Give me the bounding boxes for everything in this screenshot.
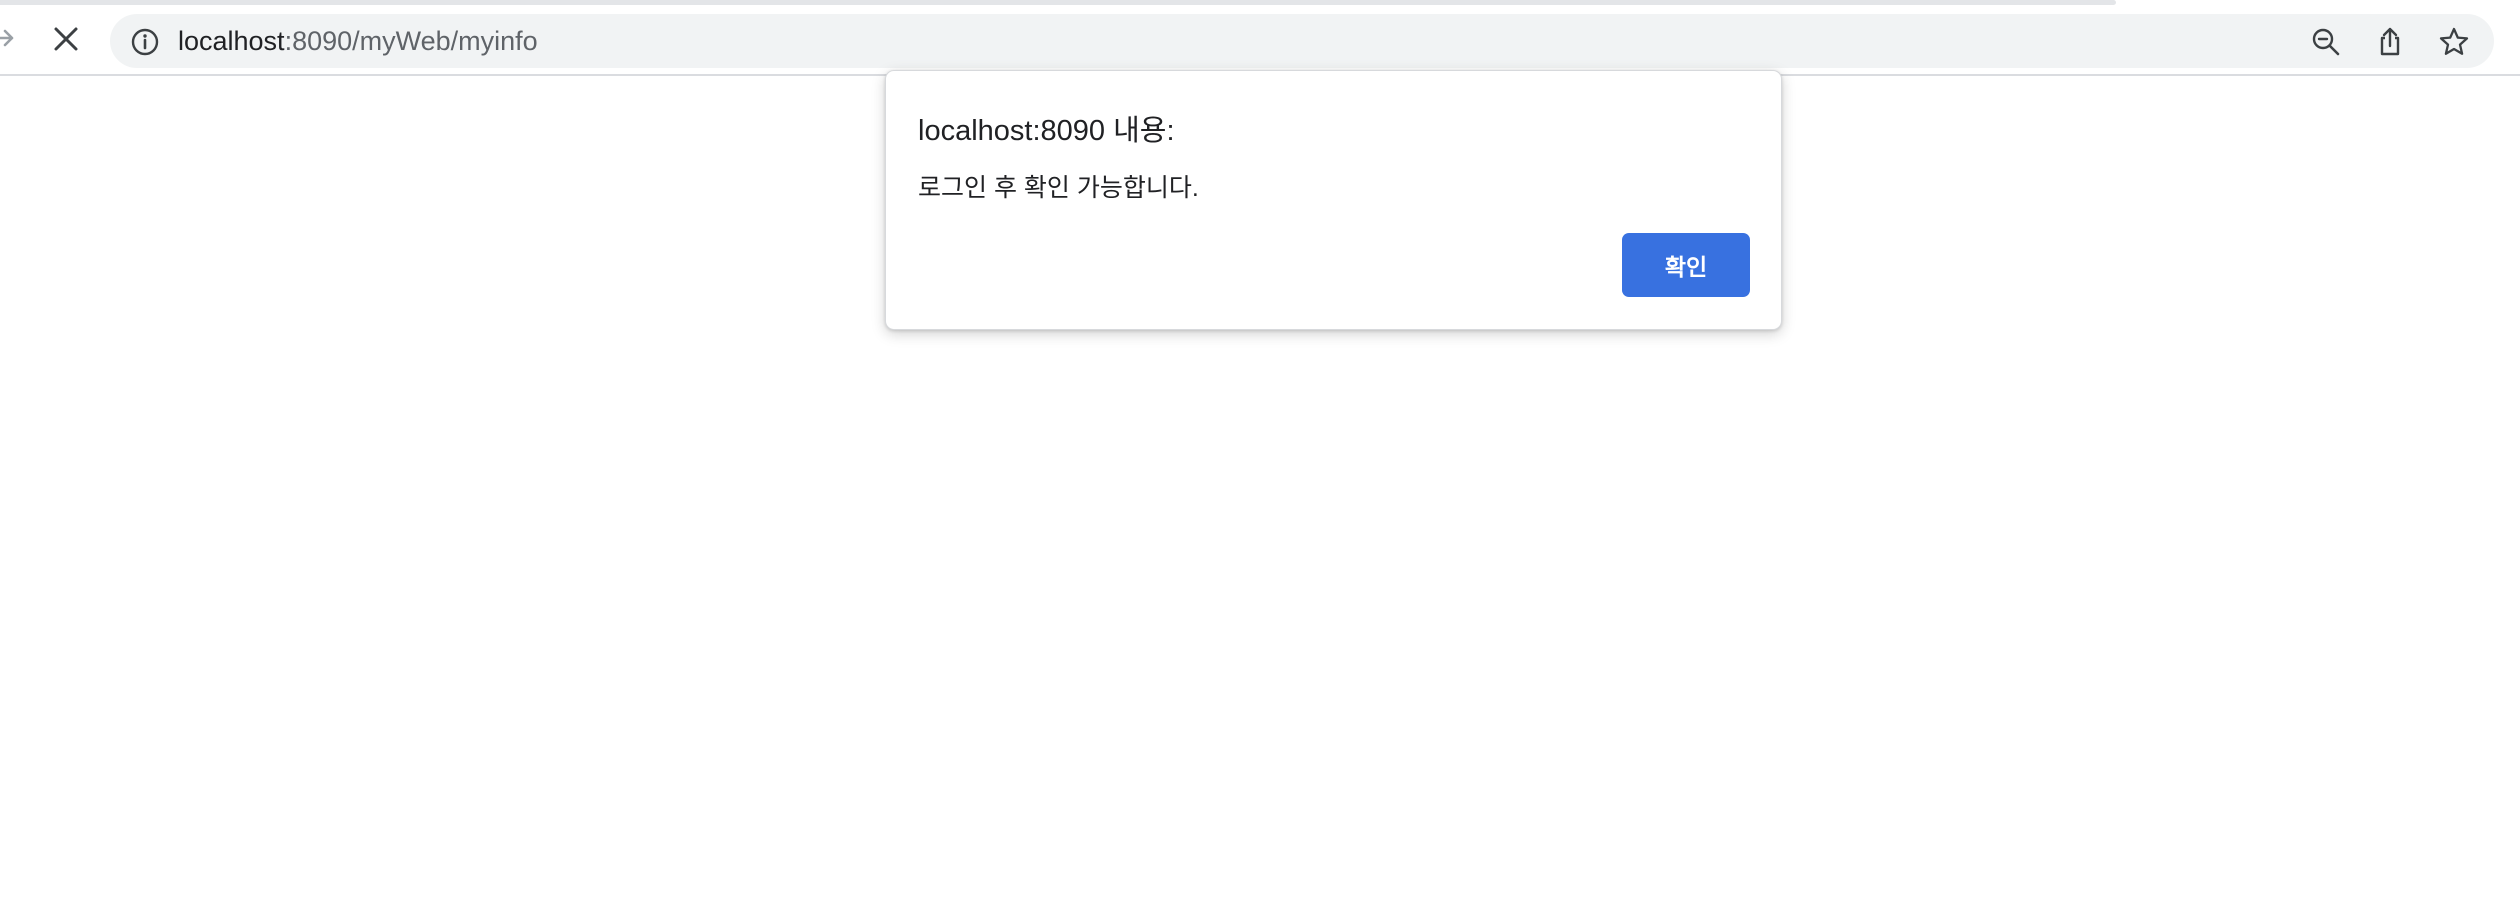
zoom-out-icon[interactable] — [2308, 24, 2344, 60]
url-text[interactable]: localhost:8090/myWeb/myinfo — [178, 14, 538, 68]
share-icon[interactable] — [2372, 24, 2408, 60]
dialog-message: 로그인 후 확인 가능합니다. — [918, 174, 1199, 202]
star-icon[interactable] — [2436, 24, 2472, 60]
url-host: localhost — [178, 26, 285, 56]
stop-loading-icon — [52, 25, 80, 58]
stop-loading-button[interactable] — [44, 20, 88, 62]
url-path: :8090/myWeb/myinfo — [284, 26, 538, 56]
forward-arrow-icon — [0, 26, 16, 55]
info-icon[interactable] — [130, 27, 160, 57]
alert-dialog: localhost:8090 내용: 로그인 후 확인 가능합니다. 확인 — [885, 70, 1782, 330]
forward-button[interactable] — [0, 22, 20, 58]
dialog-title: localhost:8090 내용: — [918, 115, 1175, 147]
loading-progress-bar — [0, 0, 2116, 5]
browser-toolbar: localhost:8090/myWeb/myinfo — [0, 0, 2520, 76]
address-bar[interactable]: localhost:8090/myWeb/myinfo — [110, 14, 2494, 68]
ok-button[interactable]: 확인 — [1622, 233, 1750, 297]
